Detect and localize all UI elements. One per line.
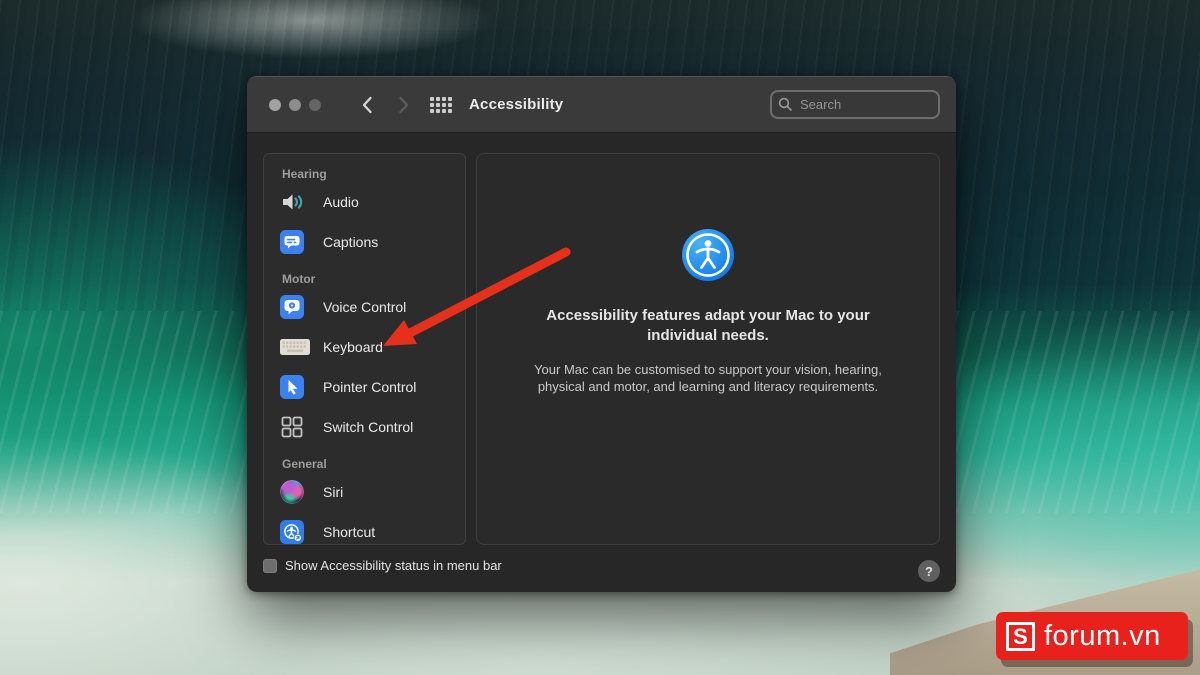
- switch-control-icon: [280, 415, 310, 439]
- sidebar-item-switch-control[interactable]: Switch Control: [280, 407, 451, 447]
- sidebar: Hearing Audio: [263, 153, 466, 545]
- voice-control-icon: [280, 295, 310, 319]
- siri-icon: [280, 480, 310, 504]
- sidebar-item-keyboard[interactable]: Keyboard: [280, 327, 451, 367]
- sidebar-item-pointer-control[interactable]: Pointer Control: [280, 367, 451, 407]
- help-button[interactable]: ?: [918, 560, 940, 582]
- show-all-grid-icon[interactable]: [430, 97, 452, 113]
- close-button[interactable]: [269, 99, 281, 111]
- traffic-lights: [269, 99, 321, 111]
- sidebar-item-label: Switch Control: [323, 419, 413, 435]
- search-icon: [778, 97, 793, 112]
- captions-icon: [280, 230, 310, 254]
- section-header-hearing: Hearing: [282, 167, 449, 181]
- sidebar-item-voice-control[interactable]: Voice Control: [280, 287, 451, 327]
- window-title: Accessibility: [469, 96, 563, 113]
- footer: Show Accessibility status in menu bar: [263, 558, 502, 573]
- accessibility-icon: [681, 228, 735, 282]
- sidebar-item-label: Voice Control: [323, 299, 406, 315]
- sidebar-item-captions[interactable]: Captions: [280, 222, 451, 262]
- keyboard-icon: [280, 339, 310, 355]
- sidebar-item-label: Shortcut: [323, 524, 375, 540]
- pointer-control-icon: [280, 375, 310, 399]
- accessibility-status-checkbox[interactable]: [263, 559, 277, 573]
- section-header-general: General: [282, 457, 449, 471]
- sidebar-item-label: Pointer Control: [323, 379, 416, 395]
- shortcut-icon: [280, 520, 310, 544]
- section-header-motor: Motor: [282, 272, 449, 286]
- accessibility-preferences-window: Accessibility Hearing Aud: [247, 76, 956, 592]
- sidebar-item-label: Audio: [323, 194, 359, 210]
- checkbox-label: Show Accessibility status in menu bar: [285, 558, 502, 573]
- sforum-logo-text: forum.vn: [1044, 620, 1161, 653]
- nav-buttons: [361, 96, 410, 114]
- sidebar-item-label: Keyboard: [323, 339, 383, 355]
- desktop: Accessibility Hearing Aud: [0, 0, 1200, 675]
- sidebar-item-shortcut[interactable]: Shortcut: [280, 512, 451, 545]
- titlebar: Accessibility: [247, 77, 956, 133]
- audio-speaker-icon: [280, 190, 310, 214]
- back-icon[interactable]: [361, 96, 373, 114]
- sforum-logo-mark: S: [1006, 622, 1035, 651]
- search-field: [770, 90, 940, 119]
- forward-icon[interactable]: [398, 96, 410, 114]
- main-description: Your Mac can be customised to support yo…: [509, 361, 907, 395]
- minimize-button[interactable]: [289, 99, 301, 111]
- sidebar-item-audio[interactable]: Audio: [280, 182, 451, 222]
- main-heading: Accessibility features adapt your Mac to…: [522, 306, 894, 346]
- main-panel: Accessibility features adapt your Mac to…: [476, 153, 940, 545]
- sidebar-item-siri[interactable]: Siri: [280, 472, 451, 512]
- sforum-watermark: S forum.vn: [996, 612, 1188, 660]
- search-input[interactable]: [770, 90, 940, 119]
- sidebar-item-label: Siri: [323, 484, 343, 500]
- zoom-button[interactable]: [309, 99, 321, 111]
- sidebar-item-label: Captions: [323, 234, 378, 250]
